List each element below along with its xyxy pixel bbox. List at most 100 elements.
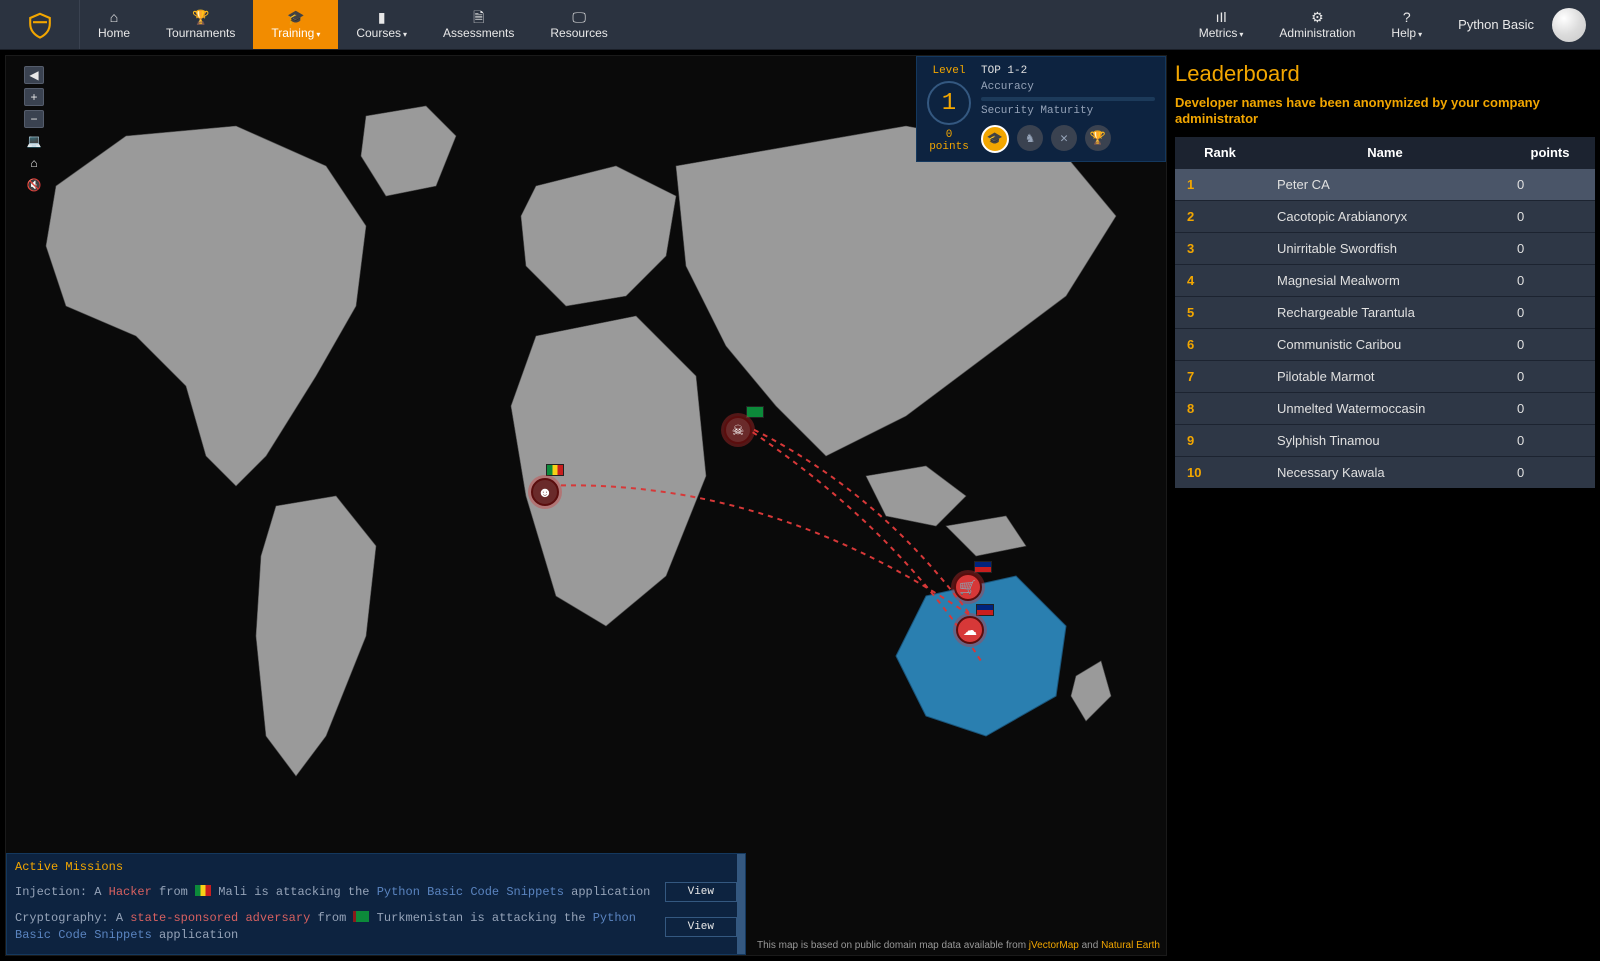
target-node-cart[interactable]: 🛒 <box>954 573 982 601</box>
mission-text: Cryptography: A state-sponsored adversar… <box>15 910 657 944</box>
chevron-down-icon: ▾ <box>1239 30 1243 39</box>
administration-label: Administration <box>1279 26 1355 40</box>
mission-view-button[interactable]: View <box>665 882 737 902</box>
avatar[interactable] <box>1552 8 1586 42</box>
map-controls: ◀ + − 💻 ⌂ 🔇 <box>24 66 44 194</box>
lb-name: Necessary Kawala <box>1265 457 1505 489</box>
lb-rank: 7 <box>1175 361 1265 393</box>
chevron-down-icon: ▾ <box>1418 30 1422 39</box>
mission-node-turkmenistan[interactable]: ☠ <box>724 416 752 444</box>
maturity-badges: 🎓 ♞ ✕ 🏆 <box>981 125 1155 153</box>
col-name: Name <box>1265 137 1505 169</box>
resources-icon: 🖵 <box>572 9 586 25</box>
accuracy-label: Accuracy <box>981 81 1155 93</box>
lb-rank: 5 <box>1175 297 1265 329</box>
brand-logo[interactable] <box>0 0 80 49</box>
lb-points: 0 <box>1505 457 1595 489</box>
lb-points: 0 <box>1505 233 1595 265</box>
world-map[interactable] <box>6 56 1166 836</box>
player-summary: Level 1 0points TOP 1-2 Accuracy Securit… <box>916 56 1166 162</box>
assessments-label: Assessments <box>443 26 514 40</box>
nav-courses[interactable]: ▮Courses▾ <box>338 0 425 49</box>
leaderboard-row[interactable]: 1Peter CA0 <box>1175 169 1595 201</box>
badge-1: 🎓 <box>981 125 1009 153</box>
chevron-down-icon: ▾ <box>403 30 407 39</box>
map-zoom-in-button[interactable]: + <box>24 88 44 106</box>
lb-name: Cacotopic Arabianoryx <box>1265 201 1505 233</box>
attrib-link-jvectormap[interactable]: jVectorMap <box>1029 940 1079 951</box>
map-back-button[interactable]: ◀ <box>24 66 44 84</box>
tournaments-icon: 🏆 <box>192 9 209 25</box>
lb-rank: 6 <box>1175 329 1265 361</box>
metrics-icon: ıIl <box>1216 9 1227 25</box>
leaderboard-row[interactable]: 3Unirritable Swordfish0 <box>1175 233 1595 265</box>
leaderboard-panel: Leaderboard Developer names have been an… <box>1175 55 1595 956</box>
mission-row: Cryptography: A state-sponsored adversar… <box>15 906 737 948</box>
target-node-cloud[interactable]: ☁ <box>956 616 984 644</box>
leaderboard-row[interactable]: 7Pilotable Marmot0 <box>1175 361 1595 393</box>
home-label: Home <box>98 26 130 40</box>
lb-name: Magnesial Mealworm <box>1265 265 1505 297</box>
missions-title: Active Missions <box>15 860 737 874</box>
flag-mali <box>546 464 564 476</box>
leaderboard-row[interactable]: 6Communistic Caribou0 <box>1175 329 1595 361</box>
nav-resources[interactable]: 🖵Resources <box>532 0 625 49</box>
lb-name: Pilotable Marmot <box>1265 361 1505 393</box>
lb-rank: 3 <box>1175 233 1265 265</box>
lb-points: 0 <box>1505 297 1595 329</box>
lb-rank: 1 <box>1175 169 1265 201</box>
badge-4: 🏆 <box>1085 125 1111 151</box>
points-value: 0 <box>946 129 953 141</box>
missions-scrollbar[interactable] <box>737 854 745 954</box>
lb-points: 0 <box>1505 265 1595 297</box>
world-map-panel: ◀ + − 💻 ⌂ 🔇 <box>5 55 1167 956</box>
leaderboard-row[interactable]: 2Cacotopic Arabianoryx0 <box>1175 201 1595 233</box>
lb-name: Unirritable Swordfish <box>1265 233 1505 265</box>
flag-turkmenistan <box>746 406 764 418</box>
lb-points: 0 <box>1505 425 1595 457</box>
courses-label: Courses▾ <box>356 26 407 40</box>
username-label[interactable]: Python Basic <box>1440 0 1552 49</box>
map-zoom-out-button[interactable]: − <box>24 110 44 128</box>
administration-icon: ⚙ <box>1311 9 1324 25</box>
nav-tournaments[interactable]: 🏆Tournaments <box>148 0 253 49</box>
lb-points: 0 <box>1505 361 1595 393</box>
accuracy-bar <box>981 97 1155 101</box>
leaderboard-row[interactable]: 9Sylphish Tinamou0 <box>1175 425 1595 457</box>
nav-home[interactable]: ⌂Home <box>80 0 148 49</box>
training-label: Training▾ <box>271 26 320 40</box>
nav-administration[interactable]: ⚙Administration <box>1261 0 1373 49</box>
lb-rank: 2 <box>1175 201 1265 233</box>
laptop-icon[interactable]: 💻 <box>24 132 44 150</box>
nav-metrics[interactable]: ıIlMetrics▾ <box>1181 0 1262 49</box>
nav-assessments[interactable]: 🗎Assessments <box>425 0 532 49</box>
lb-points: 0 <box>1505 393 1595 425</box>
level-value: 1 <box>927 81 971 125</box>
mute-icon[interactable]: 🔇 <box>24 176 44 194</box>
nav-help[interactable]: ?Help▾ <box>1373 0 1440 49</box>
help-icon: ? <box>1403 9 1411 25</box>
maturity-label: Security Maturity <box>981 105 1155 117</box>
col-rank: Rank <box>1175 137 1265 169</box>
mission-row: Injection: A Hacker from Mali is attacki… <box>15 878 737 906</box>
mission-view-button[interactable]: View <box>665 917 737 937</box>
attrib-link-naturalearth[interactable]: Natural Earth <box>1101 940 1160 951</box>
leaderboard-table: Rank Name points 1Peter CA02Cacotopic Ar… <box>1175 137 1595 488</box>
top-nav: ⌂Home🏆Tournaments🎓Training▾▮Courses▾🗎Ass… <box>0 0 1600 50</box>
chevron-down-icon: ▾ <box>316 30 320 39</box>
tournaments-label: Tournaments <box>166 26 235 40</box>
home-icon[interactable]: ⌂ <box>24 154 44 172</box>
assessments-icon: 🗎 <box>473 9 484 25</box>
leaderboard-row[interactable]: 4Magnesial Mealworm0 <box>1175 265 1595 297</box>
lb-rank: 9 <box>1175 425 1265 457</box>
badge-2: ♞ <box>1017 125 1043 151</box>
nav-training[interactable]: 🎓Training▾ <box>253 0 338 49</box>
active-missions-panel: Active Missions Injection: A Hacker from… <box>6 853 746 955</box>
leaderboard-row[interactable]: 8Unmelted Watermoccasin0 <box>1175 393 1595 425</box>
lb-name: Sylphish Tinamou <box>1265 425 1505 457</box>
mission-text: Injection: A Hacker from Mali is attacki… <box>15 884 650 901</box>
leaderboard-row[interactable]: 10Necessary Kawala0 <box>1175 457 1595 489</box>
flag-au-2 <box>976 604 994 616</box>
mission-node-mali[interactable]: ☻ <box>531 478 559 506</box>
leaderboard-row[interactable]: 5Rechargeable Tarantula0 <box>1175 297 1595 329</box>
